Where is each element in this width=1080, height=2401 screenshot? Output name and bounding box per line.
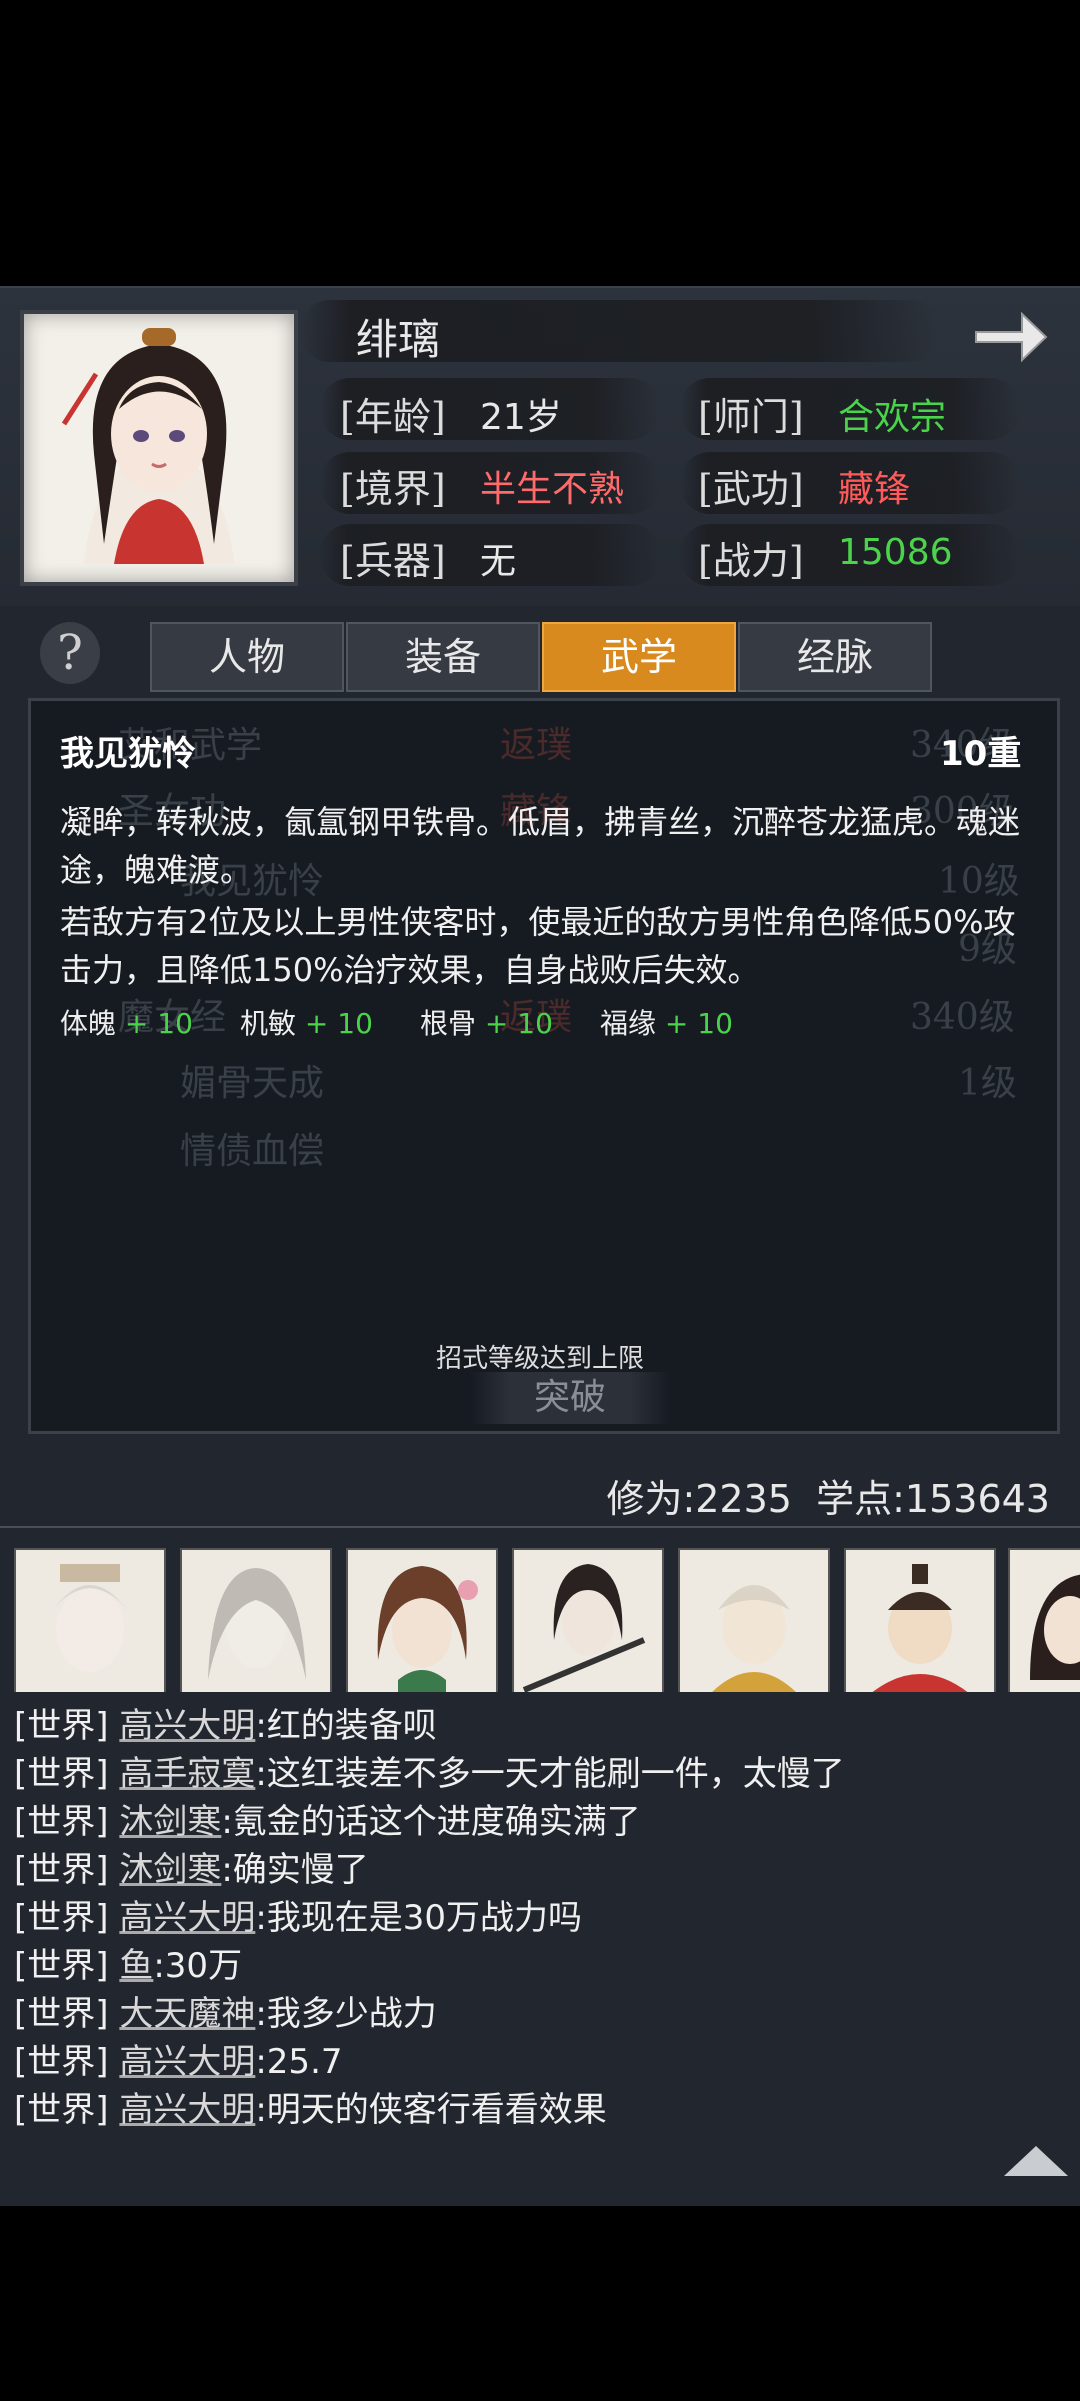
chat-username[interactable]: 沐剑寒 [119, 1802, 221, 1842]
study-points-value: 学点:153643 [816, 1477, 1050, 1521]
chat-channel: [世界] [14, 1706, 109, 1746]
hero-avatar[interactable] [844, 1548, 996, 1692]
divider [0, 1526, 1080, 1528]
chat-text: :我多少战力 [255, 1994, 437, 2034]
chat-message: [世界] 沐剑寒:氪金的话这个进度确实满了 [14, 1794, 641, 1843]
hero-strip[interactable] [0, 1540, 1080, 1692]
breakthrough-button[interactable]: 突破 [470, 1372, 670, 1424]
chat-username[interactable]: 高兴大明 [119, 2042, 255, 2082]
stat-bonus: 体魄 + 10 [60, 1002, 193, 1042]
chat-username[interactable]: 高兴大明 [119, 2090, 255, 2130]
stat-plus: + 10 [484, 1007, 553, 1040]
stat-name: 根骨 [420, 1007, 477, 1040]
cultivation-stats: 修为:2235 学点:153643 [606, 1468, 1050, 1523]
chat-username[interactable]: 高手寂寞 [119, 1754, 255, 1794]
list-item: 情债血偿 [180, 1131, 325, 1172]
next-arrow-icon[interactable] [970, 302, 1050, 372]
tab-character[interactable]: 人物 [150, 622, 344, 692]
skill-label: [武功] [698, 467, 804, 511]
hero-avatar[interactable] [1008, 1548, 1080, 1692]
chat-username[interactable]: 高兴大明 [119, 1706, 255, 1746]
skill-value: 藏锋 [838, 469, 911, 510]
help-icon[interactable]: ? [40, 622, 100, 684]
skill-description: 凝眸，转秋波，氤氲钢甲铁骨。低眉，拂青丝，沉醉苍龙猛虎。魂迷途，魄难渡。 [60, 803, 1021, 889]
chat-message: [世界] 鱼:30万 [14, 1938, 242, 1987]
character-portrait [20, 310, 298, 586]
hero-avatar[interactable] [346, 1548, 498, 1692]
realm-label: [境界] [340, 467, 446, 511]
hero-avatar[interactable] [180, 1548, 332, 1692]
chat-message: [世界] 高兴大明:红的装备呗 [14, 1698, 437, 1747]
weapon-label: [兵器] [340, 539, 446, 583]
chat-text: :25.7 [255, 2042, 343, 2082]
chat-username[interactable]: 高兴大明 [119, 1898, 255, 1938]
chat-message: [世界] 大天魔神:我多少战力 [14, 1986, 437, 2035]
age-label: [年龄] [340, 395, 446, 439]
chat-text: :确实慢了 [221, 1850, 369, 1890]
cultivation-value: 修为:2235 [606, 1477, 792, 1521]
stat-name: 体魄 [60, 1007, 117, 1040]
realm-value: 半生不熟 [480, 469, 625, 510]
chat-username[interactable]: 沐剑寒 [119, 1850, 221, 1890]
stat-plus: + 10 [124, 1007, 193, 1040]
sect-label: [师门] [698, 395, 804, 439]
chat-channel: [世界] [14, 1946, 109, 1986]
skill-level: 10重 [940, 734, 1022, 774]
skill-effect: 若敌方有2位及以上男性侠客时，使最近的敌方男性角色降低50%攻击力，且降低150… [60, 903, 1016, 989]
stat-bonus: 机敏 + 10 [240, 1002, 373, 1042]
sect-value: 合欢宗 [838, 397, 947, 438]
chat-username[interactable]: 大天魔神 [119, 1994, 255, 2034]
chat-text: :我现在是30万战力吗 [255, 1898, 583, 1938]
chat-message: [世界] 高手寂寞:这红装差不多一天才能刷一件，太慢了 [14, 1746, 845, 1795]
hero-avatar[interactable] [678, 1548, 830, 1692]
list-item-tag: 返璞 [500, 725, 573, 766]
skill-title: 我见犹怜 [60, 734, 196, 774]
stat-plus: + 10 [664, 1007, 733, 1040]
power-label: [战力] [698, 539, 804, 583]
stat-plus: + 10 [304, 1007, 373, 1040]
chat-text: :红的装备呗 [255, 1706, 437, 1746]
hero-avatar[interactable] [14, 1548, 166, 1692]
stat-bonus: 根骨 + 10 [420, 1002, 553, 1042]
tab-equipment[interactable]: 装备 [346, 622, 540, 692]
chat-channel: [世界] [14, 1802, 109, 1842]
chat-text: :氪金的话这个进度确实满了 [221, 1802, 641, 1842]
chat-channel: [世界] [14, 1850, 109, 1890]
chat-channel: [世界] [14, 1898, 109, 1938]
level-limit-text: 招式等级达到上限 [435, 1344, 644, 1374]
stat-name: 机敏 [240, 1007, 297, 1040]
chat-text: :这红装差不多一天才能刷一件，太慢了 [255, 1754, 845, 1794]
chat-message: [世界] 高兴大明:25.7 [14, 2034, 343, 2083]
chat-channel: [世界] [14, 2042, 109, 2082]
list-item: 媚骨天成 [180, 1063, 325, 1104]
chat-channel: [世界] [14, 1754, 109, 1794]
chat-message: [世界] 沐剑寒:确实慢了 [14, 1842, 369, 1891]
tab-meridians[interactable]: 经脉 [738, 622, 932, 692]
chat-text: :30万 [153, 1946, 243, 1986]
chat-message: [世界] 高兴大明:我现在是30万战力吗 [14, 1890, 582, 1939]
stat-bonus: 福缘 + 10 [600, 1002, 733, 1042]
hero-avatar[interactable] [512, 1548, 664, 1692]
chat-text: :明天的侠客行看看效果 [255, 2090, 607, 2130]
list-item-level: 340级 [910, 997, 1015, 1038]
tab-martial-arts[interactable]: 武学 [542, 622, 736, 692]
stat-name: 福缘 [600, 1007, 657, 1040]
chat-channel: [世界] [14, 2090, 109, 2130]
list-item-level: 1级 [958, 1063, 1017, 1104]
power-value: 15086 [838, 532, 953, 573]
chat-channel: [世界] [14, 1994, 109, 2034]
age-value: 21岁 [480, 397, 562, 438]
scroll-up-icon[interactable] [1004, 2146, 1068, 2176]
character-name: 绯璃 [356, 315, 441, 364]
chat-message: [世界] 高兴大明:明天的侠客行看看效果 [14, 2082, 607, 2131]
weapon-value: 无 [480, 541, 517, 582]
chat-username[interactable]: 鱼 [119, 1946, 153, 1986]
